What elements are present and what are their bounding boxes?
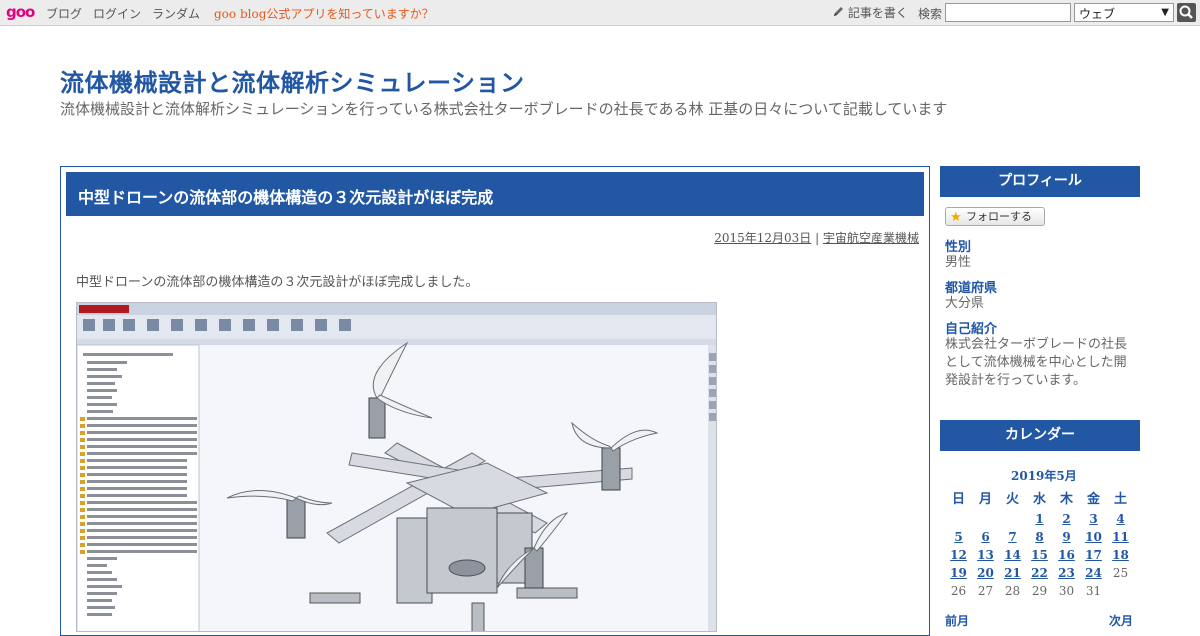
cad-drone-screenshot[interactable] <box>76 302 717 632</box>
calendar-day: 26 <box>950 584 967 598</box>
entry-category-link[interactable]: 宇宙航空産業機械 <box>823 231 919 245</box>
entry-title[interactable]: 中型ドローンの流体部の機体構造の３次元設計がほぼ完成 <box>78 184 493 208</box>
calendar-day[interactable]: 2 <box>1053 512 1080 526</box>
calendar-weekday: 金 <box>1086 492 1100 507</box>
site-title[interactable]: 流体機械設計と流体解析シミュレーション <box>60 63 525 98</box>
goo-logo[interactable]: goo <box>6 3 35 21</box>
calendar-day: 30 <box>1058 584 1075 598</box>
site-description: 流体機械設計と流体解析シミュレーションを行っている株式会社ターボブレードの社長で… <box>60 100 948 118</box>
profile-label-intro: 自己紹介 <box>945 322 998 337</box>
profile-heading: プロフィール <box>940 166 1140 197</box>
calendar-day[interactable]: 14 <box>999 548 1026 562</box>
calendar-weekday: 月 <box>978 492 992 507</box>
calendar-week-row: 12 13 14 15 16 17 18 <box>945 548 1135 566</box>
calendar-weekday: 火 <box>1005 492 1019 507</box>
profile-label-prefecture: 都道府県 <box>945 281 998 296</box>
calendar-day[interactable]: 3 <box>1080 512 1107 526</box>
follow-label: フォローする <box>966 210 1032 223</box>
write-article-link[interactable]: 記事を書く <box>832 4 908 21</box>
calendar-weekday: 水 <box>1032 492 1046 507</box>
calendar-day[interactable]: 11 <box>1107 530 1134 544</box>
pencil-icon <box>834 7 843 16</box>
calendar-day: 31 <box>1085 584 1102 598</box>
calendar-day: 28 <box>1004 584 1021 598</box>
calendar-day[interactable]: 5 <box>945 530 972 544</box>
calendar-weekday: 木 <box>1059 492 1073 507</box>
profile-value-gender: 男性 <box>945 255 972 270</box>
calendar-day[interactable]: 17 <box>1080 548 1107 562</box>
follow-button[interactable]: ★ フォローする <box>945 207 1045 226</box>
calendar-weekday-row: 日月火水木金土 <box>945 488 1135 512</box>
calendar-day: 29 <box>1031 584 1048 598</box>
entry-meta: 2015年12月03日 | 宇宙航空産業機械 <box>714 229 919 246</box>
entry-article: 中型ドローンの流体部の機体構造の３次元設計がほぼ完成 2015年12月03日 |… <box>60 166 930 636</box>
chevron-down-icon: ▼ <box>1161 7 1169 18</box>
calendar-week-row: 26 27 28 29 30 31 <box>945 584 1135 602</box>
calendar-day[interactable]: 8 <box>1026 530 1053 544</box>
search-input[interactable] <box>945 3 1071 22</box>
profile-value-prefecture: 大分県 <box>945 296 985 311</box>
calendar-day[interactable]: 18 <box>1107 548 1134 562</box>
calendar-day: 27 <box>977 584 994 598</box>
calendar-day[interactable]: 21 <box>999 566 1026 580</box>
cad-drone-illustration <box>77 303 716 631</box>
calendar-day[interactable]: 20 <box>972 566 999 580</box>
calendar-day: 25 <box>1112 566 1129 580</box>
calendar-weekday: 土 <box>1113 492 1127 507</box>
top-bar: goo ブログ ログイン ランダム goo blog公式アプリを知っていますか？… <box>0 0 1200 26</box>
star-icon: ★ <box>950 210 962 225</box>
calendar-grid: 日月火水木金土 1 2 3 4 5 6 7 8 9 10 11 12 13 14 15 16 17 18 19 20 21… <box>945 488 1135 602</box>
calendar-day[interactable]: 16 <box>1053 548 1080 562</box>
search-icon <box>1179 5 1193 19</box>
calendar-day[interactable]: 12 <box>945 548 972 562</box>
calendar-day[interactable]: 1 <box>1026 512 1053 526</box>
calendar-day[interactable]: 9 <box>1053 530 1080 544</box>
entry-date-link[interactable]: 2015年12月03日 <box>714 231 811 245</box>
calendar-week-row: 5 6 7 8 9 10 11 <box>945 530 1135 548</box>
search-label: 検索 <box>918 7 943 21</box>
calendar-next-link[interactable]: 次月 <box>1109 612 1133 629</box>
profile-label-gender: 性別 <box>945 240 972 255</box>
profile-value-intro: 株式会社ターボブレードの社長として流体機械を中心とした開発設計を行っています。 <box>945 337 1128 388</box>
entry-title-bar: 中型ドローンの流体部の機体構造の３次元設計がほぼ完成 <box>66 172 924 216</box>
search-button[interactable] <box>1177 3 1196 22</box>
calendar-week-row: 19 20 21 22 23 24 25 <box>945 566 1135 584</box>
nav-blog-link[interactable]: ブログ <box>46 5 82 22</box>
search-scope-select[interactable]: ウェブ ▼ <box>1074 3 1174 22</box>
calendar-prev-link[interactable]: 前月 <box>945 612 969 629</box>
calendar-heading: カレンダー <box>940 420 1140 451</box>
app-promo-link[interactable]: goo blog公式アプリを知っていますか？ <box>214 5 434 22</box>
nav-login-link[interactable]: ログイン <box>93 5 141 22</box>
calendar-day[interactable]: 7 <box>999 530 1026 544</box>
calendar-month: 2019年5月 <box>1011 469 1077 483</box>
calendar-day[interactable]: 6 <box>972 530 999 544</box>
search-scope-value: ウェブ <box>1079 7 1116 21</box>
calendar-day[interactable]: 13 <box>972 548 999 562</box>
calendar-day[interactable]: 15 <box>1026 548 1053 562</box>
calendar-day[interactable]: 19 <box>945 566 972 580</box>
entry-body-text: 中型ドローンの流体部の機体構造の３次元設計がほぼ完成しました。 <box>76 275 479 290</box>
calendar-day[interactable]: 4 <box>1107 512 1134 526</box>
calendar-day[interactable]: 22 <box>1026 566 1053 580</box>
write-article-label: 記事を書く <box>847 6 908 20</box>
calendar-day[interactable]: 10 <box>1080 530 1107 544</box>
calendar-weekday: 日 <box>951 492 965 507</box>
nav-random-link[interactable]: ランダム <box>152 5 200 22</box>
calendar-day[interactable]: 23 <box>1053 566 1080 580</box>
meta-separator: | <box>815 231 820 245</box>
calendar-week-row: 1234 <box>945 512 1135 530</box>
calendar-day[interactable]: 24 <box>1080 566 1107 580</box>
